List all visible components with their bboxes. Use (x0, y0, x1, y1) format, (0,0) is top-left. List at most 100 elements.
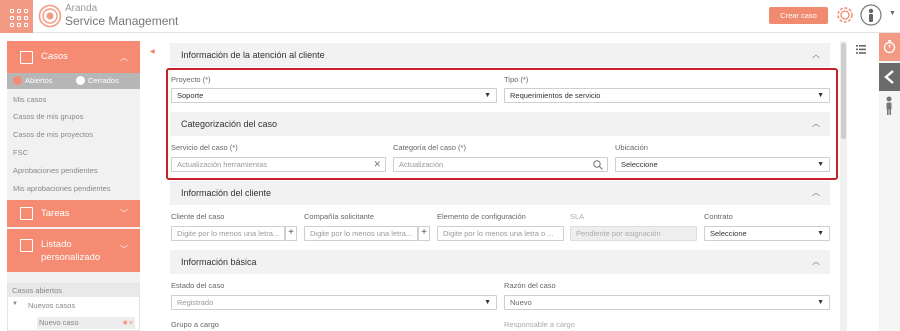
chevron-down-icon: ﹀ (120, 209, 128, 218)
reason-label: Razón del caso (504, 281, 556, 290)
company-label: Compañía solicitante (304, 212, 375, 221)
form-scrollbar-thumb[interactable] (841, 43, 846, 139)
type-select[interactable]: Requerimientos de servicio ▼ (504, 88, 830, 103)
state-value: Registrado (177, 298, 214, 307)
group-label: Grupo a cargo (171, 320, 219, 329)
location-label: Ubicación (615, 143, 648, 152)
sidebar-tasks-label: Tareas (41, 208, 70, 219)
project-label: Proyecto (*) (171, 75, 211, 84)
service-label: Servicio del caso (*) (171, 143, 238, 152)
sidebar-custom-list-header[interactable]: Listado personalizado ﹀ (7, 229, 140, 272)
user-avatar-icon[interactable] (860, 4, 882, 26)
open-cases-title: Casos abiertos (8, 284, 139, 297)
chevron-down-icon: ﹀ (120, 245, 128, 254)
brand-product: Service Management (65, 14, 179, 28)
contract-select[interactable]: Seleccione ▼ (704, 226, 830, 241)
tree-leaf-new-case[interactable]: Nuevo caso ★× (37, 317, 135, 329)
gear-icon[interactable] (836, 6, 854, 24)
sidebar-link-my-pending-approvals[interactable]: Mis aprobaciones pendientes (13, 184, 111, 193)
sidebar-link-pending-approvals[interactable]: Aprobaciones pendientes (13, 166, 98, 175)
sla-field: Pendiente por asignación (570, 226, 697, 241)
section-attention-header[interactable]: Información de la atención al cliente ︿ (170, 43, 830, 67)
section-categorization-header[interactable]: Categorización del caso ︿ (170, 112, 830, 136)
client-label: Cliente del caso (171, 212, 225, 221)
location-select[interactable]: Seleccione ▼ (615, 157, 830, 172)
state-select[interactable]: Registrado ▼ (171, 295, 497, 310)
chevron-up-icon: ︿ (812, 188, 820, 197)
section-basic-header[interactable]: Información básica ︿ (170, 250, 830, 274)
dropdown-arrow-icon: ▼ (817, 299, 824, 306)
new-case-badge-icon: ★× (121, 318, 133, 327)
list-view-icon[interactable] (856, 45, 866, 54)
new-case-label: Nuevo caso (39, 318, 79, 327)
company-placeholder: Digite por lo menos una letra... (310, 229, 413, 238)
tree-node-new-cases[interactable]: Nuevos casos (28, 301, 75, 310)
ci-label: Elemento de configuración (437, 212, 526, 221)
sidebar-custom-list-label-1: Listado (41, 239, 72, 250)
service-input[interactable]: Actualización herramientas ✕ (171, 157, 386, 172)
custom-list-icon (20, 239, 33, 252)
tasks-icon (20, 207, 33, 220)
edit-case-icon (20, 51, 33, 64)
clear-icon[interactable]: ✕ (373, 158, 381, 171)
tab-closed-label: Cerrados (88, 76, 119, 85)
app-grid-icon[interactable] (0, 0, 33, 33)
sla-value: Pendiente por asignación (576, 229, 661, 238)
radio-selected-icon (13, 76, 22, 85)
case-form: Información de la atención al cliente ︿ … (156, 41, 839, 331)
tab-closed-cases[interactable]: Cerrados (76, 76, 119, 85)
section-attention-title: Información de la atención al cliente (181, 50, 325, 60)
service-value: Actualización herramientas (177, 160, 268, 169)
section-client-header[interactable]: Información del cliente ︿ (170, 181, 830, 205)
sidebar-tasks-header[interactable]: Tareas ﹀ (7, 200, 140, 227)
panel-toggle-button[interactable] (879, 63, 900, 91)
client-input[interactable]: Digite por lo menos una letra... (171, 226, 285, 241)
company-input[interactable]: Digite por lo menos una letra... (304, 226, 418, 241)
sidebar-cases-header[interactable]: Casos ︿ (7, 41, 140, 73)
dropdown-arrow-icon: ▼ (484, 299, 491, 306)
collapse-sidebar-icon[interactable]: ◀ (150, 48, 155, 55)
dropdown-arrow-icon: ▼ (817, 161, 824, 168)
category-value: Actualización (399, 160, 444, 169)
chevron-left-icon (884, 70, 894, 84)
location-value: Seleccione (621, 160, 658, 169)
contract-label: Contrato (704, 212, 733, 221)
add-company-button[interactable]: + (418, 226, 430, 241)
user-menu-caret-icon[interactable]: ▼ (889, 10, 896, 17)
search-icon[interactable] (593, 160, 603, 170)
ci-placeholder: Digite por lo menos una letra o ... (443, 229, 554, 238)
create-case-button[interactable]: Crear caso (769, 7, 828, 24)
aranda-logo-icon (38, 4, 62, 28)
state-label: Estado del caso (171, 281, 225, 290)
reason-select[interactable]: Nuevo ▼ (504, 295, 830, 310)
category-label: Categoría del caso (*) (393, 143, 466, 152)
dropdown-arrow-icon: ▼ (484, 92, 491, 99)
sidebar-link-group-cases[interactable]: Casos de mis grupos (13, 112, 83, 121)
tree-expand-icon[interactable]: ▼ (12, 301, 18, 307)
person-icon[interactable] (884, 96, 894, 116)
sidebar-link-fsc[interactable]: FSC (13, 148, 28, 157)
ci-input[interactable]: Digite por lo menos una letra o ... (437, 226, 564, 241)
dropdown-arrow-icon: ▼ (817, 92, 824, 99)
left-sidebar: Casos ︿ Abiertos Cerrados Mis casos Caso… (7, 41, 140, 331)
sidebar-link-project-cases[interactable]: Casos de mis proyectos (13, 130, 93, 139)
project-value: Soporte (177, 91, 204, 100)
type-value: Requerimientos de servicio (510, 91, 601, 100)
contract-value: Seleccione (710, 229, 747, 238)
type-label: Tipo (*) (504, 75, 529, 84)
radio-unselected-icon (76, 76, 85, 85)
section-categorization-title: Categorización del caso (181, 119, 278, 129)
chevron-up-icon: ︿ (812, 50, 820, 59)
dropdown-arrow-icon: ▼ (817, 230, 824, 237)
client-placeholder: Digite por lo menos una letra... (177, 229, 280, 238)
project-select[interactable]: Soporte ▼ (171, 88, 497, 103)
sidebar-link-my-cases[interactable]: Mis casos (13, 95, 46, 104)
open-cases-panel: Casos abiertos ▼ Nuevos casos Nuevo caso… (7, 283, 140, 331)
add-client-button[interactable]: + (285, 226, 297, 241)
category-input[interactable]: Actualización (393, 157, 608, 172)
responsible-label: Responsable a cargo (504, 320, 575, 329)
chevron-up-icon: ︿ (812, 257, 820, 266)
tab-open-cases[interactable]: Abiertos (13, 76, 53, 85)
timer-tool-button[interactable] (879, 33, 900, 61)
brand-name: Aranda (65, 3, 98, 14)
